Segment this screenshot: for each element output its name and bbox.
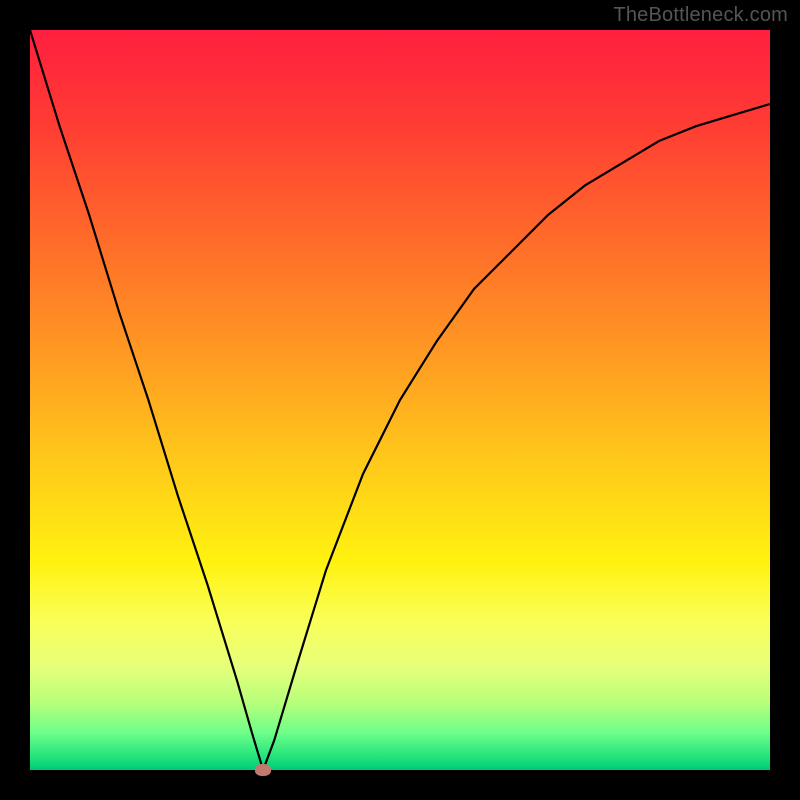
chart-frame: TheBottleneck.com: [0, 0, 800, 800]
plot-area: [30, 30, 770, 770]
watermark-text: TheBottleneck.com: [613, 4, 788, 27]
minimum-marker-icon: [255, 764, 271, 776]
plot-svg: [30, 30, 770, 770]
